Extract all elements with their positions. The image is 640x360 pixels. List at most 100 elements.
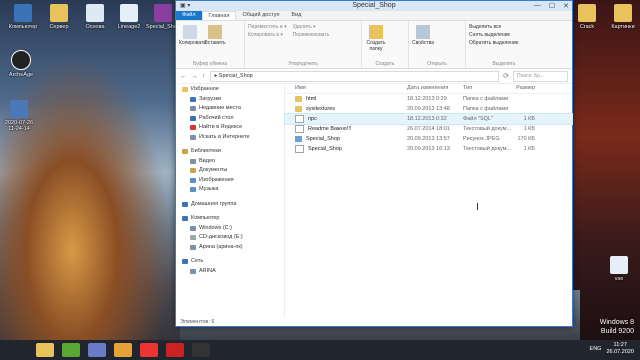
nav-item[interactable]: Windows (C:) [176,224,284,234]
desktop-icon-screenshot[interactable]: 2020-07-26 11-24-14 [2,100,36,132]
nav-item[interactable]: Библиотеки [176,147,284,157]
column-name[interactable]: Имя [285,85,407,91]
navigation-pane: Избранное Загрузки Недавние места Рабочий с… [176,83,285,318]
nav-item[interactable]: Сеть [176,257,284,267]
tab-0[interactable]: Файл [176,11,202,20]
nav-item[interactable]: Избранное [176,85,284,95]
nav-item[interactable]: Недавние места [176,104,284,114]
file-type: Рисунок JPEG [463,136,500,142]
move-to-button[interactable]: Переместить в ▾ [248,23,287,31]
file-row[interactable]: Special_Shop 20.09.2013 16:13 Текстовый до… [285,144,572,154]
desktop-icon-3[interactable]: Lineage2 [112,4,146,30]
document-icon [86,4,104,22]
organize-group-title: Упорядочить [288,61,318,67]
ribbon: Копировать Вставить Буфер обмена Перемес… [176,21,572,69]
desktop-icon-right-2[interactable]: vse [602,256,636,282]
file-name: html [306,96,317,102]
rename-button[interactable]: Переименовать [293,31,330,39]
copy-to-button[interactable]: Копировать в ▾ [248,31,287,39]
explorer-window: ▣ ▾ Special_Shop — ☐ ✕ Файл Главная Общий … [175,0,573,327]
forward-button[interactable]: → [191,73,198,80]
desktop-icon-right-1[interactable]: Картинки [606,4,640,30]
file-row[interactable]: npc 18.12.2013 0:32 Файл "SQL" 1 КБ [284,113,573,125]
desktop-icon [190,115,196,121]
refresh-button[interactable]: ⟳ [503,72,509,80]
tab-3[interactable]: Вид [285,11,307,20]
media-icon[interactable] [88,343,106,357]
file-row[interactable]: Special_Shop 20.09.2013 13:57 Рисунок JPEG… [285,134,572,144]
archeage-logo-icon [11,50,31,70]
wallpaper-right [570,0,640,340]
nav-item[interactable]: CD-дисковод (E:) [176,233,284,243]
explorer-icon[interactable] [36,343,54,357]
file-row[interactable]: Readme Важно!!! 26.07.2014 18:01 Текстовый… [285,124,572,134]
browser-green-icon[interactable] [62,343,80,357]
wallpaper-warrior [0,40,180,340]
tab-2[interactable]: Общий доступ [236,11,285,20]
nav-item[interactable]: Видео [176,157,284,167]
nav-item[interactable]: Музыка [176,185,284,195]
file-name-cell: npc [285,115,407,123]
clock[interactable]: 11:27 26.07.2020 [606,342,634,356]
up-button[interactable]: ↑ [202,73,206,80]
column-date[interactable]: Дата изменения [407,85,463,91]
drive-icon [190,225,196,231]
homegroup-icon [182,201,188,207]
file-name-cell: Special_Shop [285,145,407,153]
recent-icon [190,106,196,112]
yandex-icon [190,125,196,131]
nav-item[interactable]: Найти в Яндексе [176,123,284,133]
nav-item[interactable]: Домашняя группа [176,200,284,210]
images-icon [190,177,196,183]
network-icon [182,259,188,265]
select-all-button[interactable]: Выделить все [469,23,539,31]
maximize-button[interactable]: ☐ [549,2,555,10]
delete-button[interactable]: Удалить ▾ [293,23,330,31]
column-size[interactable]: Размер [513,85,535,91]
file-row[interactable]: html 18.12.2013 0:29 Папка с файлами [285,94,572,104]
desktop-icon-0[interactable]: Компьютер [6,4,40,30]
invert-selection-button[interactable]: Обратить выделение [469,39,539,47]
computer-icon [14,4,32,22]
network-drive-icon [190,244,196,250]
file-name-cell: Readme Важно!!! [285,125,407,133]
search-input[interactable]: Поиск: Sp... [513,70,568,82]
minimize-button[interactable]: — [534,2,541,10]
chrome-icon[interactable] [114,343,132,357]
nav-item[interactable]: Загрузки [176,95,284,105]
nav-item[interactable]: Документы [176,166,284,176]
file-row[interactable]: sysitextures 20.09.2013 13:48 Папка с файл… [285,104,572,114]
opera-icon[interactable] [166,343,184,357]
language-indicator[interactable]: ENG [590,346,602,352]
file-type: Папка с файлами [463,96,509,102]
tab-1[interactable]: Главная [201,11,237,20]
nav-item[interactable]: Изображения [176,176,284,186]
desktop-icon-label: Основа [85,24,105,30]
start-button[interactable] [4,343,16,357]
nav-item[interactable]: ARINA [176,267,284,277]
address-path[interactable]: ▸ Special_Shop [209,70,500,82]
close-button[interactable]: ✕ [563,2,569,10]
nav-item[interactable]: Компьютер [176,214,284,224]
desktop-icon-label: Компьютер [8,24,38,30]
desktop-icon-right-0[interactable]: Crack [570,4,604,30]
windows-version: Windows 8 [599,319,634,326]
yandex-browser-icon[interactable] [140,343,158,357]
nav-item[interactable]: Арина (арина-пк) [176,243,284,253]
nav-item[interactable]: Рабочий стол [176,114,284,124]
back-button[interactable]: ← [180,73,187,80]
desktop-icon-label: vse [614,276,624,282]
nav-item[interactable]: Искать в Интернете [176,133,284,143]
file-date: 20.09.2013 16:13 [407,146,450,152]
web-icon [190,134,196,140]
archeage-icon[interactable]: ArcheAge [4,50,38,78]
file-type: Файл "SQL" [463,116,493,122]
column-type[interactable]: Тип [463,85,513,91]
desktop-icon-2[interactable]: Основа [78,4,112,30]
select-none-button[interactable]: Снять выделение [469,31,539,39]
desktop-icon-1[interactable]: Сервер [42,4,76,30]
file-date: 18.12.2013 0:32 [407,116,447,122]
obs-icon[interactable] [192,343,210,357]
window-title: Special_Shop [352,2,396,9]
file-date: 26.07.2014 18:01 [407,126,450,132]
